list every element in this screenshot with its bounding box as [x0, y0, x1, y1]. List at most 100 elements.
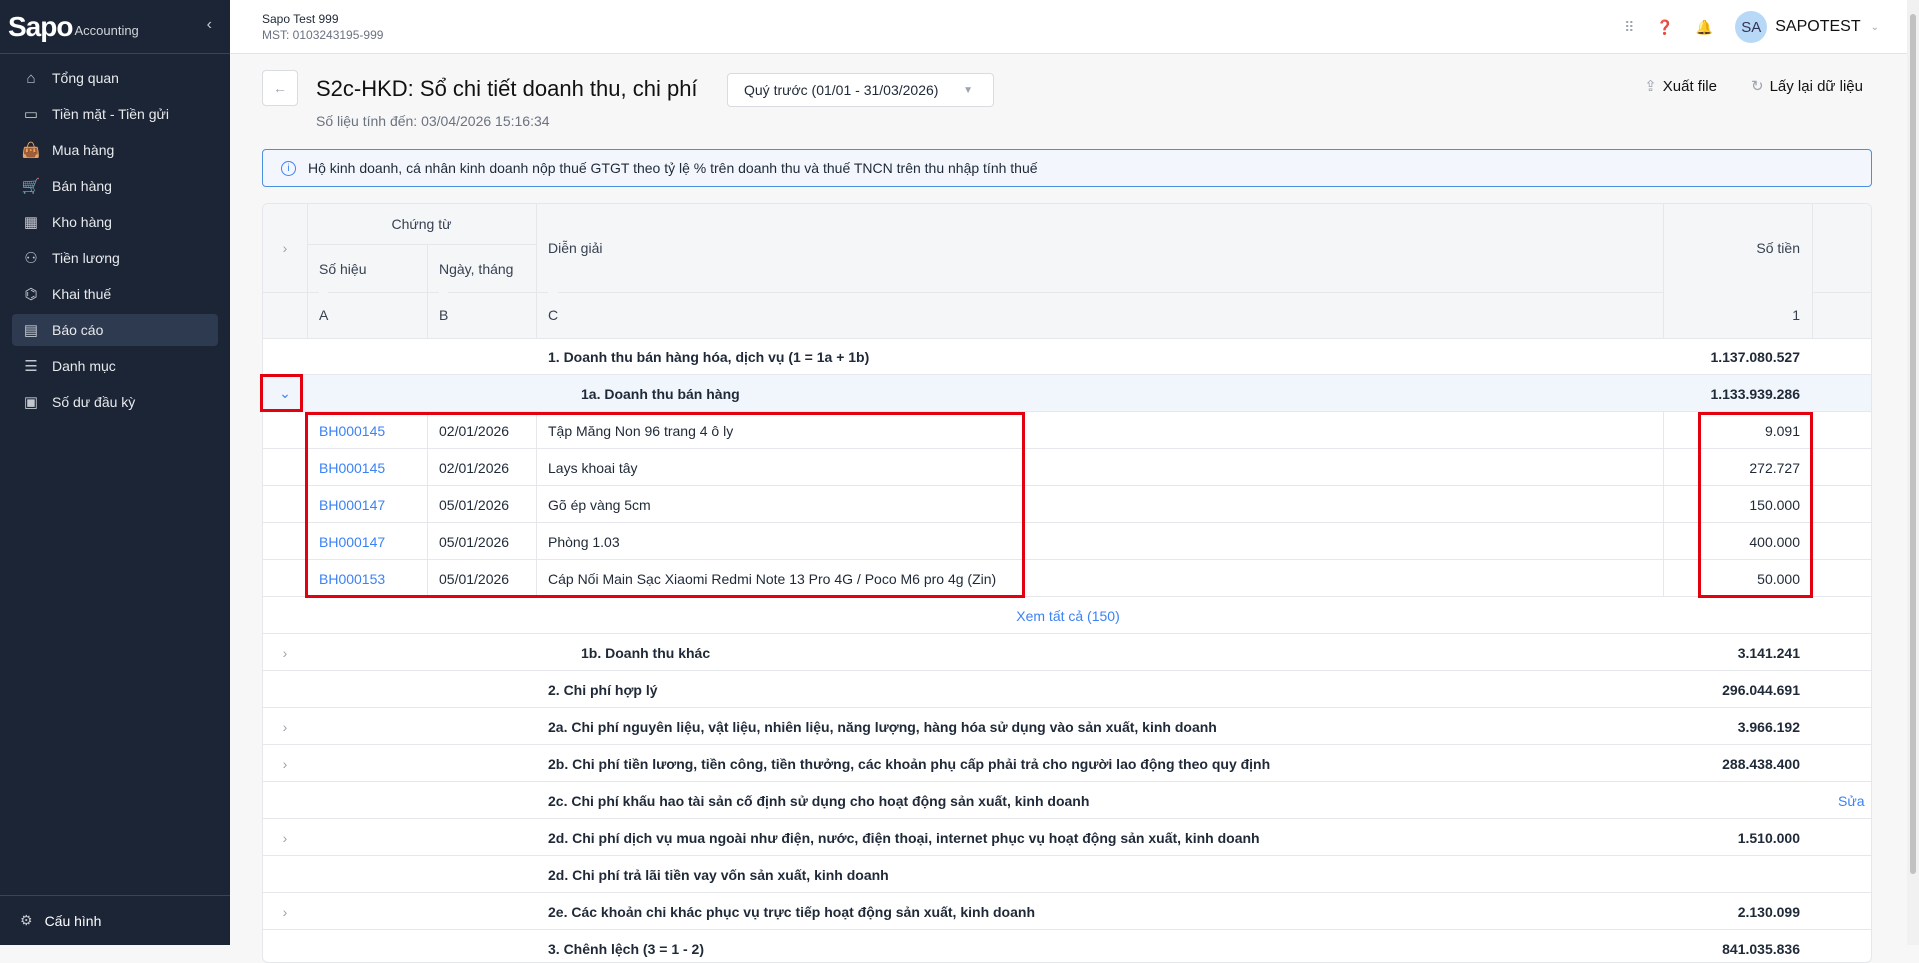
amount: 1.510.000	[1737, 829, 1800, 846]
organization-info: Sapo Test 999 MST: 0103243195-999	[262, 11, 383, 43]
table-row: 2d. Chi phí dịch vụ mua ngoài như điện, …	[263, 819, 1871, 856]
table-row: 1b. Doanh thu khác › 3.141.241	[263, 634, 1871, 671]
sidebar-item-bank[interactable]: ⌬ Khai thuế	[12, 278, 218, 310]
annotation-highlight	[305, 412, 1025, 598]
header-description: Diễn giải	[548, 204, 848, 292]
page-scrollbar[interactable]	[1907, 0, 1919, 945]
amount: 296.044.691	[1722, 681, 1800, 698]
sidebar-item-label: Báo cáo	[52, 322, 104, 338]
warehouse-icon: ▦	[23, 214, 39, 231]
table-row: 2d. Chi phí trả lãi tiền vay vốn sản xuấ…	[263, 856, 1871, 893]
top-bar: Sapo Test 999 MST: 0103243195-999 ⠿ ❓ 🔔 S…	[230, 0, 1919, 54]
row-label: 2d. Chi phí trả lãi tiền vay vốn sản xuấ…	[548, 866, 889, 883]
edit-button[interactable]: Sửa	[1838, 782, 1865, 819]
cash-icon: ▭	[23, 106, 39, 123]
row-label: 3. Chênh lệch (3 = 1 - 2)	[548, 940, 704, 957]
upload-icon: ⇪	[1644, 78, 1657, 95]
period-value: Quý trước (01/01 - 31/03/2026)	[744, 82, 939, 98]
apps-grid-icon[interactable]: ⠿	[1624, 19, 1634, 36]
sidebar-item-warehouse[interactable]: ▦ Kho hàng	[12, 206, 218, 238]
balance-icon: ▣	[23, 394, 39, 411]
info-banner: i Hộ kinh doanh, cá nhân kinh doanh nộp t…	[262, 149, 1872, 187]
bell-icon[interactable]: 🔔	[1696, 19, 1713, 36]
collapse-sidebar-icon[interactable]: ‹	[207, 16, 212, 34]
reload-data-button[interactable]: ↻ Lấy lại dữ liệu	[1751, 77, 1863, 95]
amount: 3.966.192	[1737, 718, 1800, 735]
amount: 1.137.080.527	[1710, 348, 1800, 365]
sidebar-item-cash[interactable]: ▭ Tiền mặt - Tiền gửi	[12, 98, 218, 130]
header-number: Số hiệu	[319, 245, 419, 292]
amount: 288.438.400	[1722, 755, 1800, 772]
export-label: Xuất file	[1662, 78, 1717, 95]
sidebar-item-label: Cấu hình	[44, 912, 102, 929]
sidebar-item-label: Kho hàng	[52, 214, 112, 230]
export-file-button[interactable]: ⇪ Xuất file	[1644, 77, 1717, 95]
info-icon: i	[281, 160, 296, 176]
expand-all-icon[interactable]: ›	[263, 204, 307, 292]
amount	[1663, 856, 1812, 893]
sidebar-item-label: Mua hàng	[52, 142, 115, 158]
col-code-b: B	[439, 292, 449, 338]
amount: 2.130.099	[1737, 903, 1800, 920]
data-timestamp: Số liệu tính đến: 03/04/2026 15:16:34	[316, 113, 550, 129]
salary-icon: ⚇	[24, 250, 38, 267]
table-row: 1. Doanh thu bán hàng hóa, dịch vụ (1 = …	[263, 338, 1871, 375]
tax-code: MST: 0103243195-999	[262, 28, 384, 42]
sidebar-item-settings[interactable]: ⚙ Cấu hình	[0, 895, 230, 945]
org-name: Sapo Test 999	[262, 12, 339, 26]
help-icon[interactable]: ❓	[1656, 19, 1673, 36]
period-select[interactable]: Quý trước (01/01 - 31/03/2026) ▼	[727, 73, 994, 107]
row-label: 1a. Doanh thu bán hàng	[581, 385, 740, 402]
chevron-right-icon[interactable]: ›	[263, 819, 307, 856]
amount: 1.133.939.286	[1710, 385, 1800, 402]
row-label: 2a. Chi phí nguyên liệu, vật liệu, nhiên…	[548, 718, 1217, 735]
col-code-c: C	[548, 292, 559, 338]
row-label: 1b. Doanh thu khác	[581, 644, 711, 661]
chevron-right-icon[interactable]: ›	[263, 708, 307, 745]
chevron-down-icon[interactable]: ⌄	[1871, 22, 1879, 33]
logo-subtext: Accounting	[74, 23, 139, 38]
info-text: Hộ kinh doanh, cá nhân kinh doanh nộp th…	[308, 160, 1038, 176]
col-code-1: 1	[1663, 292, 1812, 338]
chevron-right-icon[interactable]: ›	[263, 745, 307, 782]
table-row: 2b. Chi phí tiền lương, tiền công, tiền …	[263, 745, 1871, 782]
annotation-highlight	[1698, 412, 1813, 598]
sidebar-item-balance[interactable]: ▣ Số dư đầu kỳ	[12, 386, 218, 418]
logo[interactable]: Sapo Accounting	[0, 0, 230, 54]
sidebar-item-label: Tổng quan	[52, 70, 119, 86]
caret-down-icon: ▼	[963, 84, 973, 96]
table-row: 2a. Chi phí nguyên liệu, vật liệu, nhiên…	[263, 708, 1871, 745]
sidebar-item-salary[interactable]: ⚇ Tiền lương	[12, 242, 218, 274]
user-menu[interactable]: SAPOTEST	[1775, 18, 1860, 36]
arrow-left-icon: ←	[273, 80, 287, 96]
sidebar-item-home[interactable]: ⌂ Tổng quan	[12, 62, 218, 94]
table-row: 2c. Chi phí khấu hao tài sản cố định sử …	[263, 782, 1871, 819]
table-row: 3. Chênh lệch (3 = 1 - 2) 841.035.836	[263, 930, 1871, 962]
amount: 841.035.836	[1722, 940, 1800, 957]
row-label: 2c. Chi phí khấu hao tài sản cố định sử …	[548, 792, 1090, 809]
row-label: 1. Doanh thu bán hàng hóa, dịch vụ (1 = …	[548, 348, 870, 365]
row-label: 2e. Các khoản chi khác phục vụ trực tiếp…	[548, 903, 1035, 920]
cart-icon: 🛒	[21, 178, 41, 195]
list-icon: ☰	[24, 358, 38, 375]
chevron-right-icon[interactable]: ›	[263, 634, 307, 671]
sidebar-nav: ⌂ Tổng quan ▭ Tiền mặt - Tiền gửi 👜 Mua hàng 🛒…	[0, 54, 230, 426]
chevron-right-icon[interactable]: ›	[263, 893, 307, 930]
table-row: 2e. Các khoản chi khác phục vụ trực tiếp…	[263, 893, 1871, 930]
sidebar-item-report[interactable]: ▤ Báo cáo	[12, 314, 218, 346]
avatar[interactable]: SA	[1735, 11, 1768, 43]
sidebar-item-label: Số dư đầu kỳ	[52, 394, 136, 410]
sidebar-item-list[interactable]: ☰ Danh mục	[12, 350, 218, 382]
row-label: 2. Chi phí hợp lý	[548, 681, 658, 698]
sidebar-item-label: Bán hàng	[52, 178, 112, 194]
home-icon: ⌂	[26, 69, 36, 87]
reload-label: Lấy lại dữ liệu	[1769, 78, 1863, 95]
table-row: 1a. Doanh thu bán hàng ⌄ 1.133.939.286	[263, 375, 1871, 412]
back-button[interactable]: ←	[262, 70, 298, 106]
view-all-link[interactable]: Xem tất cả (150)	[263, 597, 1871, 634]
sidebar-item-bag[interactable]: 👜 Mua hàng	[12, 134, 218, 166]
logo-text: Sapo	[8, 10, 73, 42]
sidebar-item-cart[interactable]: 🛒 Bán hàng	[12, 170, 218, 202]
sidebar-item-label: Tiền lương	[52, 250, 120, 266]
sidebar-item-label: Tiền mặt - Tiền gửi	[52, 106, 170, 122]
